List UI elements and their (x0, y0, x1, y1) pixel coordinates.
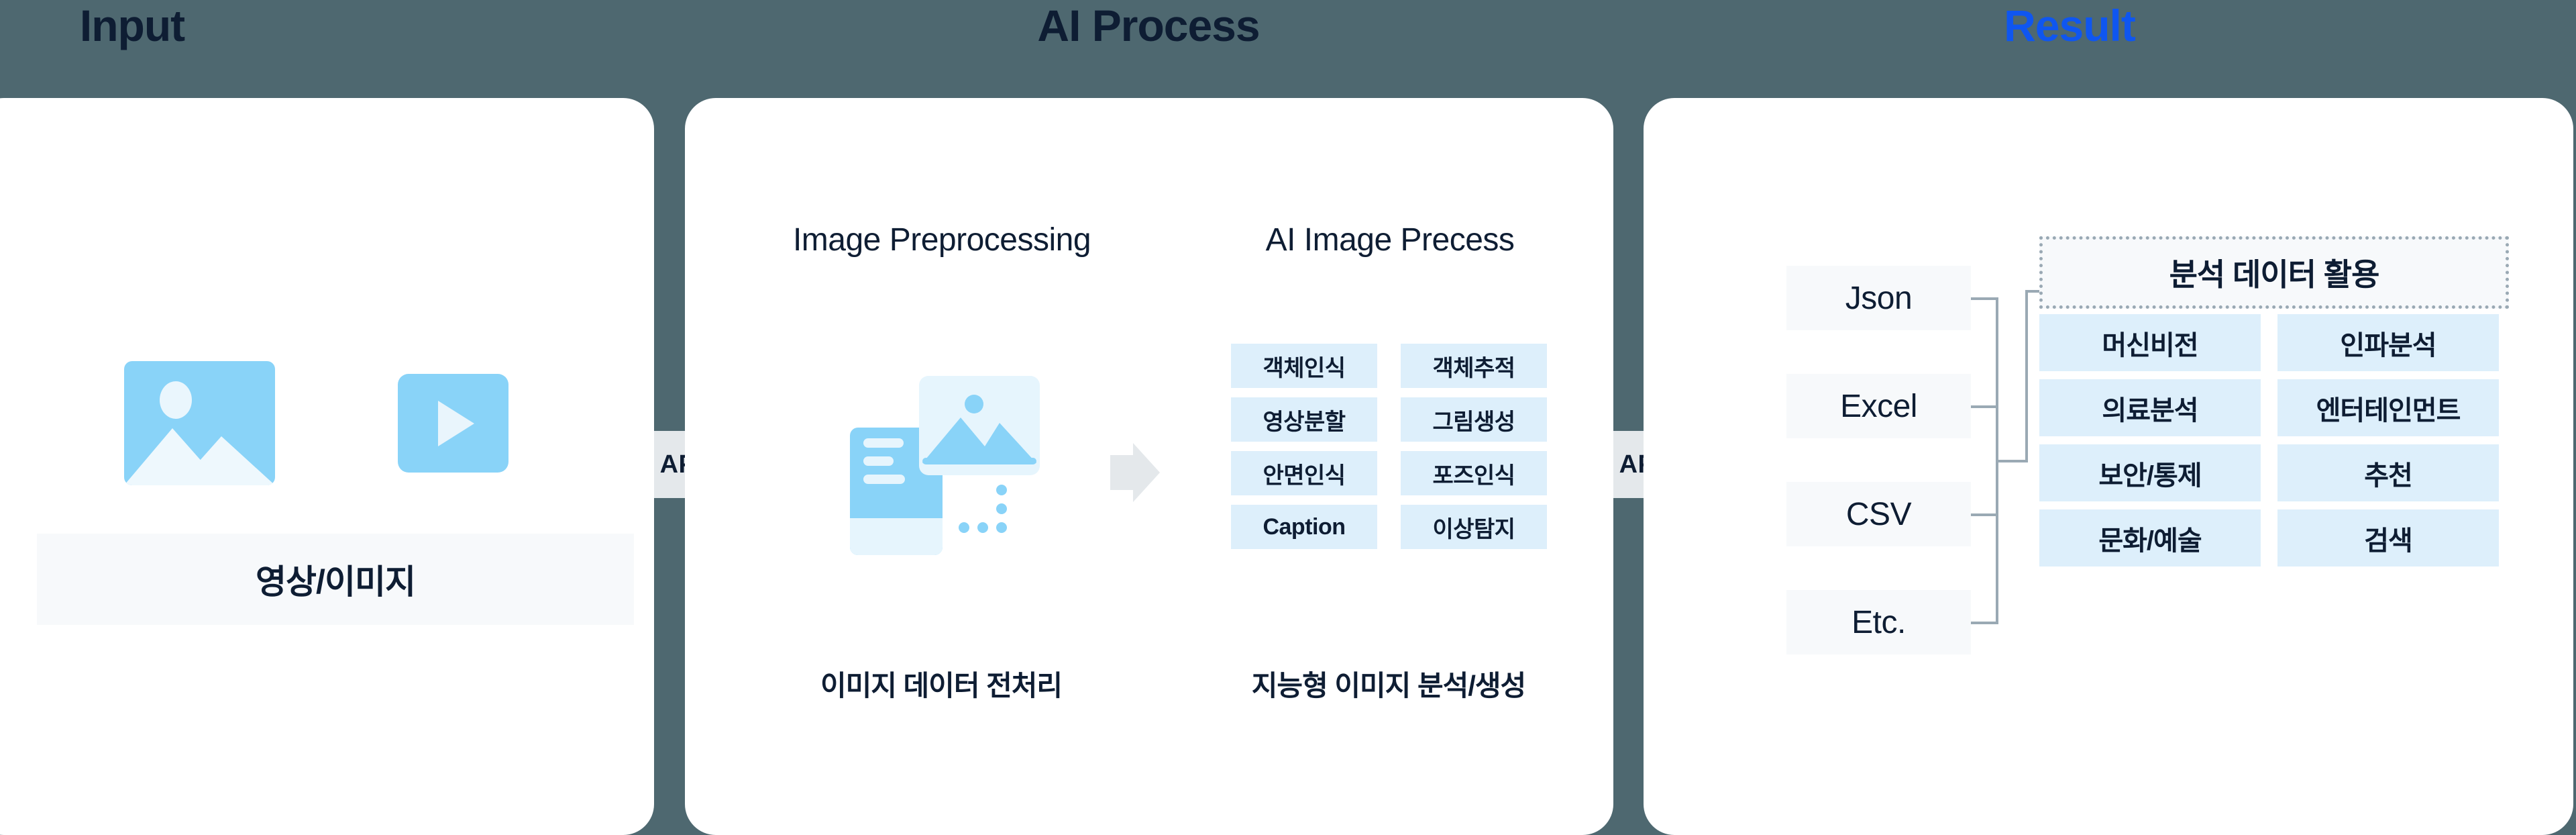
connector-stub-excel (1971, 405, 1998, 408)
preprocessing-illustration (849, 366, 1050, 567)
caption-ai-image: 지능형 이미지 분석/생성 (1251, 670, 1526, 701)
usage-right-2[interactable]: 추천 (2277, 444, 2499, 501)
image-icon (124, 361, 275, 485)
image-icon-mountains (124, 428, 275, 485)
usage-right-1[interactable]: 엔터테인먼트 (2277, 379, 2499, 436)
dot-icon-4 (977, 522, 988, 533)
tag-right-1[interactable]: 그림생성 (1401, 397, 1547, 442)
connector-stub-json (1971, 297, 1998, 300)
document-text-line-1 (863, 438, 904, 448)
heading-input: Input (79, 1, 185, 50)
tag-left-1[interactable]: 영상분할 (1231, 397, 1377, 442)
format-box-json[interactable]: Json (1786, 266, 1971, 330)
media-type-label: 영상/이미지 (37, 534, 634, 625)
subtitle-image-preprocessing: Image Preprocessing (792, 222, 1091, 258)
dot-icon-5 (959, 522, 969, 533)
subtitle-ai-image-precess: AI Image Precess (1265, 222, 1515, 258)
connector-spine-to-riser (1996, 460, 2028, 462)
tag-right-0[interactable]: 객체추적 (1401, 344, 1547, 388)
picture-card-mountains (922, 418, 1036, 464)
tag-left-0[interactable]: 객체인식 (1231, 344, 1377, 388)
dot-icon-3 (996, 522, 1007, 533)
tag-left-3[interactable]: Caption (1231, 505, 1377, 549)
connector-stub-etc (1971, 622, 1998, 624)
format-box-etc[interactable]: Etc. (1786, 590, 1971, 654)
format-box-csv[interactable]: CSV (1786, 482, 1971, 546)
document-footer-shape (850, 518, 943, 555)
usage-right-0[interactable]: 인파분석 (2277, 314, 2499, 371)
panel-input (0, 98, 654, 835)
flow-arrow-head (1133, 443, 1160, 502)
dot-icon-2 (996, 503, 1007, 514)
usage-left-1[interactable]: 의료분석 (2039, 379, 2261, 436)
usage-left-0[interactable]: 머신비전 (2039, 314, 2261, 371)
heading-result: Result (2004, 1, 2136, 50)
video-icon (398, 374, 508, 473)
document-text-line-3 (863, 475, 905, 484)
tag-right-2[interactable]: 포즈인식 (1401, 451, 1547, 495)
usage-right-3[interactable]: 검색 (2277, 509, 2499, 567)
format-box-excel[interactable]: Excel (1786, 374, 1971, 438)
flow-arrow-icon (1110, 443, 1160, 502)
usage-header-box: 분석 데이터 활용 (2039, 236, 2509, 309)
connector-stub-csv (1971, 513, 1998, 516)
flow-arrow-shaft (1110, 455, 1133, 490)
tag-left-2[interactable]: 안면인식 (1231, 451, 1377, 495)
tag-right-3[interactable]: 이상탐지 (1401, 505, 1547, 549)
play-triangle-icon (438, 401, 474, 446)
connector-riser (2025, 290, 2028, 462)
dot-icon-1 (996, 485, 1007, 495)
document-text-line-2 (863, 456, 894, 466)
usage-left-3[interactable]: 문화/예술 (2039, 509, 2261, 567)
diagram-stage: Input AI Process Result 영상/이미지 API Image… (0, 0, 2576, 835)
usage-left-2[interactable]: 보안/통제 (2039, 444, 2261, 501)
caption-preprocessing: 이미지 데이터 전처리 (820, 670, 1063, 701)
heading-ai-process: AI Process (1037, 1, 1260, 50)
picture-card-icon (919, 376, 1040, 475)
